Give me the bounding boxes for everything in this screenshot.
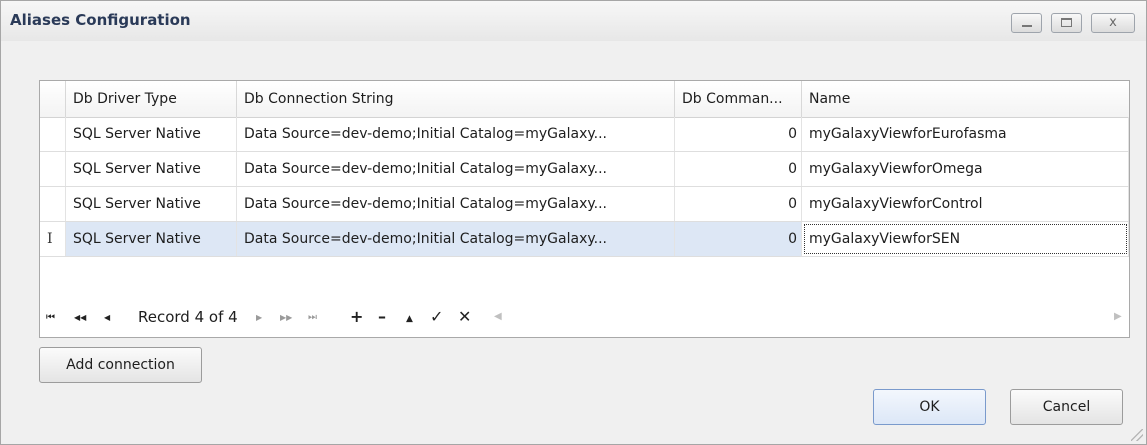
command-cell[interactable]: 0 <box>675 117 802 151</box>
maximize-button[interactable] <box>1051 13 1082 33</box>
connection-cell[interactable]: Data Source=dev-demo;Initial Catalog=myG… <box>237 152 675 186</box>
command-cell[interactable]: 0 <box>675 222 802 256</box>
append-record-icon[interactable]: + <box>350 308 363 326</box>
maximize-icon <box>1061 18 1072 27</box>
table-row[interactable]: SQL Server Native Data Source=dev-demo;I… <box>40 187 1129 222</box>
connection-cell[interactable]: Data Source=dev-demo;Initial Catalog=myG… <box>237 222 675 256</box>
data-navigator: ⏮ ◀◀ ◀ Record 4 of 4 ▶ ▶▶ ⏭ + – ▲ ✓ ✕ ◀ … <box>40 299 1129 337</box>
add-connection-button[interactable]: Add connection <box>39 347 202 383</box>
last-record-icon[interactable]: ⏭ <box>308 309 317 327</box>
minimize-button[interactable] <box>1011 13 1042 33</box>
driver-cell[interactable]: SQL Server Native <box>66 117 237 151</box>
previous-page-icon[interactable]: ◀◀ <box>74 309 86 327</box>
scroll-right-icon[interactable]: ▶ <box>1114 311 1122 322</box>
first-record-icon[interactable]: ⏮ <box>46 309 55 327</box>
record-counter: Record 4 of 4 <box>138 308 238 326</box>
scroll-left-icon[interactable]: ◀ <box>494 311 502 322</box>
previous-record-icon[interactable]: ◀ <box>104 309 110 327</box>
name-cell[interactable]: myGalaxyViewforEurofasma <box>802 117 1129 151</box>
row-indicator[interactable] <box>40 117 66 151</box>
command-cell[interactable]: 0 <box>675 152 802 186</box>
aliases-grid[interactable]: Db Driver Type Db Connection String Db C… <box>39 80 1130 338</box>
name-cell-focused[interactable]: myGalaxyViewforSEN <box>802 222 1129 256</box>
next-record-icon[interactable]: ▶ <box>256 309 262 327</box>
cancel-edit-icon[interactable]: ✕ <box>458 308 471 326</box>
driver-cell[interactable]: SQL Server Native <box>66 152 237 186</box>
table-row[interactable]: SQL Server Native Data Source=dev-demo;I… <box>40 152 1129 187</box>
row-indicator[interactable] <box>40 152 66 186</box>
close-icon: x <box>1109 15 1117 30</box>
window-title: Aliases Configuration <box>10 11 191 29</box>
name-cell[interactable]: myGalaxyViewforOmega <box>802 152 1129 186</box>
connection-cell[interactable]: Data Source=dev-demo;Initial Catalog=myG… <box>237 117 675 151</box>
edit-cursor-icon: I <box>47 231 53 247</box>
resize-grip-icon[interactable] <box>1131 429 1143 441</box>
title-bar[interactable]: Aliases Configuration x <box>1 1 1146 41</box>
header-db-driver-type[interactable]: Db Driver Type <box>66 81 237 117</box>
table-row[interactable]: SQL Server Native Data Source=dev-demo;I… <box>40 117 1129 152</box>
table-row-selected[interactable]: I SQL Server Native Data Source=dev-demo… <box>40 222 1129 257</box>
remove-record-icon[interactable]: – <box>378 308 386 326</box>
connection-cell[interactable]: Data Source=dev-demo;Initial Catalog=myG… <box>237 187 675 221</box>
driver-cell[interactable]: SQL Server Native <box>66 222 237 256</box>
row-indicator[interactable] <box>40 187 66 221</box>
driver-cell[interactable]: SQL Server Native <box>66 187 237 221</box>
header-db-connection-string[interactable]: Db Connection String <box>237 81 675 117</box>
header-db-command[interactable]: Db Comman... <box>675 81 802 117</box>
next-page-icon[interactable]: ▶▶ <box>280 309 292 327</box>
cancel-button[interactable]: Cancel <box>1010 389 1123 425</box>
ok-button[interactable]: OK <box>873 389 986 425</box>
name-cell[interactable]: myGalaxyViewforControl <box>802 187 1129 221</box>
edit-record-icon[interactable]: ▲ <box>406 310 413 328</box>
end-edit-icon[interactable]: ✓ <box>430 308 443 326</box>
minimize-icon <box>1021 25 1032 27</box>
row-indicator[interactable]: I <box>40 222 66 256</box>
header-name[interactable]: Name <box>802 81 1129 117</box>
header-indicator-cell <box>40 81 66 117</box>
command-cell[interactable]: 0 <box>675 187 802 221</box>
close-button[interactable]: x <box>1091 13 1135 33</box>
aliases-configuration-dialog: Aliases Configuration x Db Driver Type D… <box>0 0 1147 445</box>
grid-header: Db Driver Type Db Connection String Db C… <box>40 81 1129 118</box>
